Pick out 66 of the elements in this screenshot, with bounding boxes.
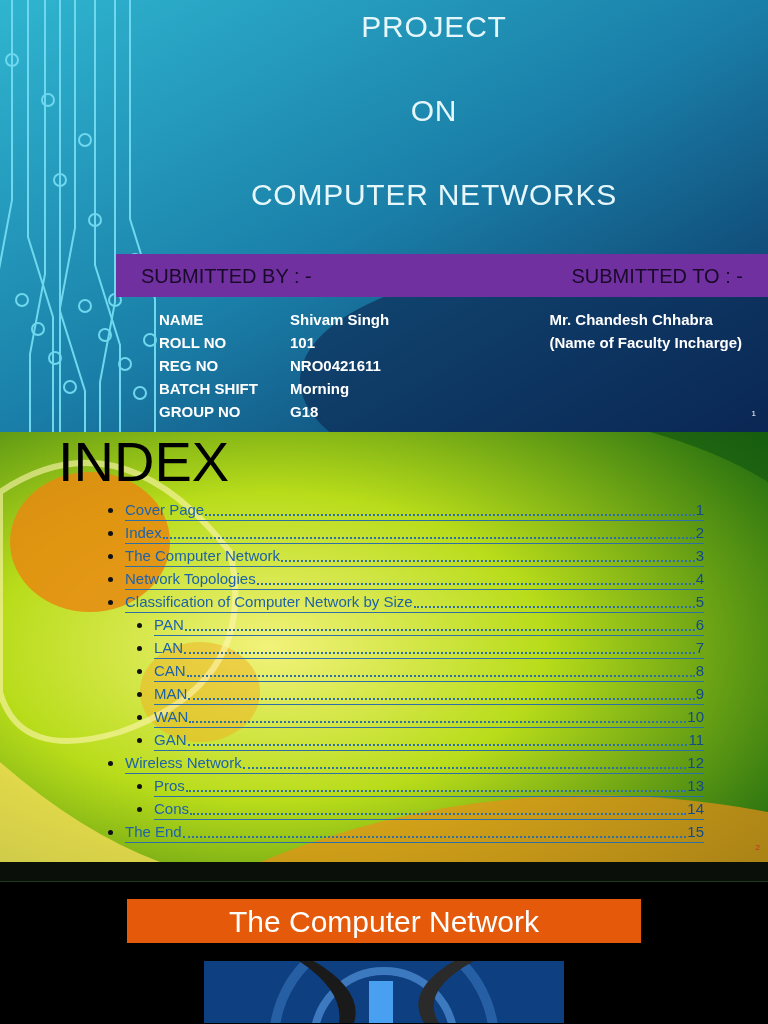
index-link[interactable]: PAN [154,615,184,635]
detail-value: Morning [290,379,350,400]
slide-title: PROJECT [361,9,507,45]
bullet-icon [137,784,142,789]
bullet-icon [137,807,142,812]
faculty-text: Mr. Chandesh Chhabra [549,310,714,331]
page-number-link[interactable]: 15 [687,822,704,842]
bullet-icon [137,669,142,674]
bullet-icon [137,715,142,720]
bullet-icon [137,692,142,697]
index-link[interactable]: MAN [154,684,188,704]
page-number-link[interactable]: 5 [695,592,704,612]
page-number-link[interactable]: 12 [687,753,704,773]
detail-label: BATCH SHIFT [159,379,259,400]
detail-value: NRO0421611 [290,356,381,377]
bullet-icon [137,646,142,651]
detail-value: 101 [290,333,316,354]
detail-label: REG NO [159,356,220,377]
bullet-icon [108,600,113,605]
page-number-link[interactable]: 14 [687,799,704,819]
index-link[interactable]: Pros [154,776,185,796]
page-number-link[interactable]: 13 [687,776,704,796]
page-number-link[interactable]: 4 [695,569,704,589]
slide-title: ON [410,93,458,129]
index-link[interactable]: Cover Page [125,500,205,520]
detail-label: NAME [159,310,205,331]
banner-text: SUBMITTED TO : - [571,263,743,289]
index-link[interactable]: CAN [154,661,186,681]
index-link[interactable]: Cons [154,799,190,819]
slide-title: The Computer Network [127,899,641,943]
bullet-icon [108,508,113,513]
bullet-icon [137,623,142,628]
index-link[interactable]: WAN [154,707,189,727]
index-link[interactable]: The Computer Network [125,546,281,566]
bullet-icon [108,577,113,582]
detail-value: G18 [290,402,319,423]
page-number-link[interactable]: 6 [695,615,704,635]
bullet-icon [108,830,113,835]
page-number-link[interactable]: 10 [687,707,704,727]
detail-label: ROLL NO [159,333,228,354]
bullet-icon [108,531,113,536]
banner-text: SUBMITTED BY : - [141,263,312,289]
faculty-text: (Name of Faculty Incharge) [549,333,742,354]
index-link[interactable]: Network Topologies [125,569,256,589]
page-number-link[interactable]: 1 [695,500,704,520]
index-link[interactable]: The End [125,822,182,842]
bullet-icon [137,738,142,743]
slide-title: COMPUTER NETWORKS [250,177,618,213]
bullet-icon [108,554,113,559]
page-number-link[interactable]: 7 [695,638,704,658]
index-link[interactable]: Classification of Computer Network by Size [125,592,413,612]
detail-value: Shivam Singh [290,310,390,331]
page-number-link[interactable]: 11 [688,730,704,750]
index-link[interactable]: GAN [154,730,187,750]
index-link[interactable]: Index [125,523,162,543]
index-link[interactable]: Wireless Network [125,753,242,773]
slide-number: 2 [755,842,760,854]
slide-title: INDEX [58,432,231,494]
bullet-icon [108,761,113,766]
page-number-link[interactable]: 8 [695,661,704,681]
detail-label: GROUP NO [159,402,242,423]
index-link[interactable]: LAN [154,638,184,658]
page-number-link[interactable]: 9 [695,684,704,704]
page-number-link[interactable]: 2 [695,523,704,543]
page-number-link[interactable]: 3 [695,546,704,566]
slide-number: 1 [751,408,756,420]
